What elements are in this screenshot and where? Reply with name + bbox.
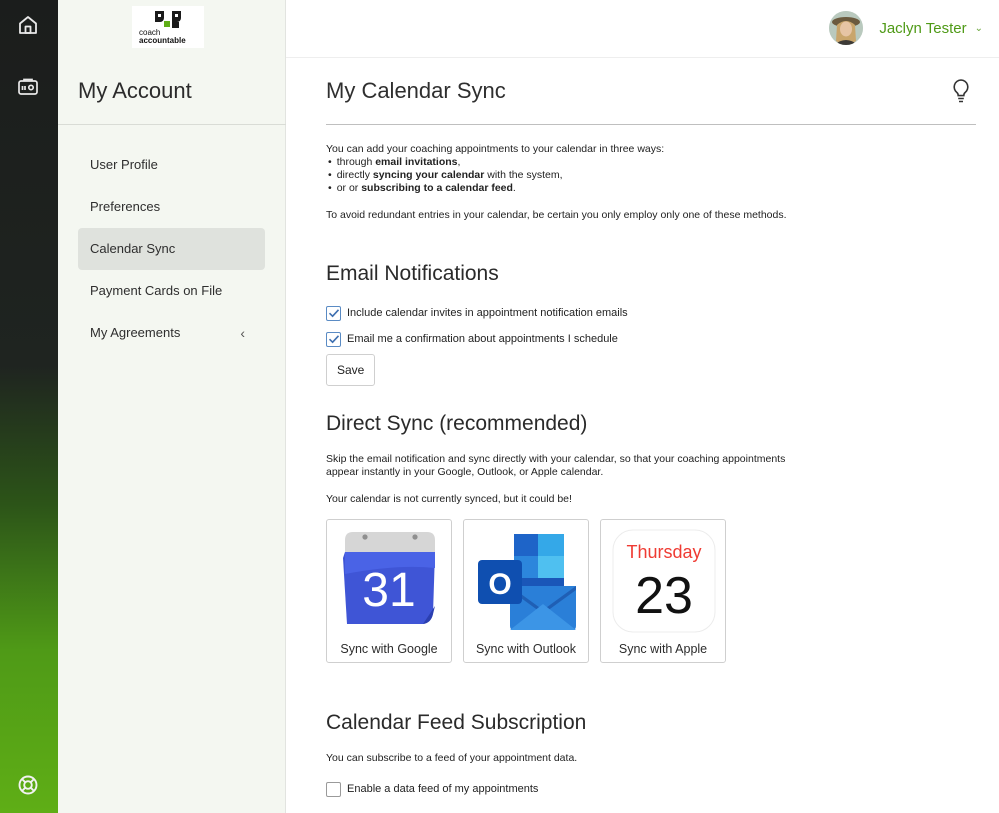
feed-description: You can subscribe to a feed of your appo… [326, 752, 578, 764]
feed-subscription-heading: Calendar Feed Subscription [326, 711, 587, 734]
sidebar-divider [58, 124, 286, 125]
intro-bullet: or or subscribing to a calendar feed. [326, 182, 806, 195]
enable-feed-label: Enable a data feed of my appointments [347, 783, 539, 795]
sidebar-item-calendar-sync[interactable]: Calendar Sync [78, 228, 265, 270]
intro-bullet: directly syncing your calendar with the … [326, 169, 806, 182]
page-title: My Calendar Sync [326, 78, 506, 103]
google-calendar-icon: 31 [343, 532, 435, 624]
intro-text: You can add your coaching appointments t… [326, 143, 806, 222]
svg-text:23: 23 [635, 567, 693, 625]
apple-calendar-icon: Thursday 23 [612, 529, 716, 633]
svg-text:Thursday: Thursday [626, 542, 701, 562]
sidebar-item-payment-cards[interactable]: Payment Cards on File [78, 270, 265, 312]
svg-text:O: O [488, 568, 511, 601]
chevron-down-icon: ⌄ [974, 22, 983, 34]
sidebar-item-label: Preferences [90, 199, 161, 214]
enable-feed-checkbox[interactable] [326, 781, 341, 797]
app-root: coach accountable My Account User Profil… [0, 0, 999, 813]
id-card-icon[interactable] [14, 73, 42, 101]
sync-cards: 31 Sync with Google O Sync with Outlook … [326, 519, 737, 663]
sidebar-item-preferences[interactable]: Preferences [78, 186, 265, 228]
intro-list: through email invitations, directly sync… [326, 156, 806, 195]
sync-google-card[interactable]: 31 Sync with Google [326, 519, 452, 663]
sidebar-title: My Account [78, 78, 192, 103]
sync-google-label: Sync with Google [340, 642, 438, 656]
user-menu[interactable]: Jaclyn Tester ⌄ [829, 10, 983, 46]
direct-sync-description: Skip the email notification and sync dir… [326, 453, 786, 478]
sidebar-item-user-profile[interactable]: User Profile [78, 144, 265, 186]
avatar [829, 11, 864, 45]
sync-outlook-card[interactable]: O Sync with Outlook [463, 519, 589, 663]
sidebar-item-my-agreements[interactable]: My Agreements ‹ [78, 312, 265, 354]
sync-apple-label: Sync with Apple [618, 642, 708, 656]
save-button[interactable]: Save [326, 354, 376, 386]
email-confirmation-label: Email me a confirmation about appointmen… [347, 333, 618, 345]
top-bar: Jaclyn Tester ⌄ [286, 0, 999, 58]
include-invites-label: Include calendar invites in appointment … [347, 307, 628, 319]
lightbulb-icon[interactable] [950, 78, 972, 104]
title-divider [326, 124, 976, 125]
include-invites-option[interactable]: Include calendar invites in appointment … [326, 305, 628, 321]
left-rail [0, 0, 58, 813]
logo-wordmark: coach accountable [139, 28, 186, 45]
enable-feed-option[interactable]: Enable a data feed of my appointments [326, 781, 538, 797]
brand-logo[interactable]: coach accountable [132, 6, 204, 48]
email-confirmation-option[interactable]: Email me a confirmation about appointmen… [326, 331, 618, 347]
include-invites-checkbox[interactable] [326, 305, 341, 321]
sync-status-text: Your calendar is not currently synced, b… [326, 493, 572, 505]
outlook-icon: O [478, 534, 576, 630]
help-lifebuoy-icon[interactable] [14, 771, 42, 799]
direct-sync-heading: Direct Sync (recommended) [326, 412, 588, 435]
sidebar-item-label: Calendar Sync [90, 241, 176, 256]
email-confirmation-checkbox[interactable] [326, 331, 341, 347]
leaf-logo-icon [155, 11, 181, 28]
user-name: Jaclyn Tester [879, 19, 967, 37]
home-icon[interactable] [14, 11, 42, 39]
email-notifications-heading: Email Notifications [326, 262, 499, 285]
sidebar-item-label: User Profile [90, 157, 158, 172]
svg-text:31: 31 [362, 564, 415, 617]
intro-lead: You can add your coaching appointments t… [326, 143, 665, 155]
checkmark-icon [328, 335, 339, 344]
sidebar: coach accountable My Account User Profil… [58, 0, 286, 813]
intro-note: To avoid redundant entries in your calen… [326, 209, 787, 221]
checkmark-icon [328, 309, 339, 318]
sync-apple-card[interactable]: Thursday 23 Sync with Apple [600, 519, 726, 663]
sidebar-nav: User Profile Preferences Calendar Sync P… [78, 144, 265, 354]
sidebar-item-label: My Agreements [90, 325, 181, 340]
chevron-left-icon[interactable]: ‹ [240, 312, 245, 354]
sidebar-item-label: Payment Cards on File [90, 283, 223, 298]
intro-bullet: through email invitations, [326, 156, 806, 169]
sync-outlook-label: Sync with Outlook [475, 642, 577, 656]
